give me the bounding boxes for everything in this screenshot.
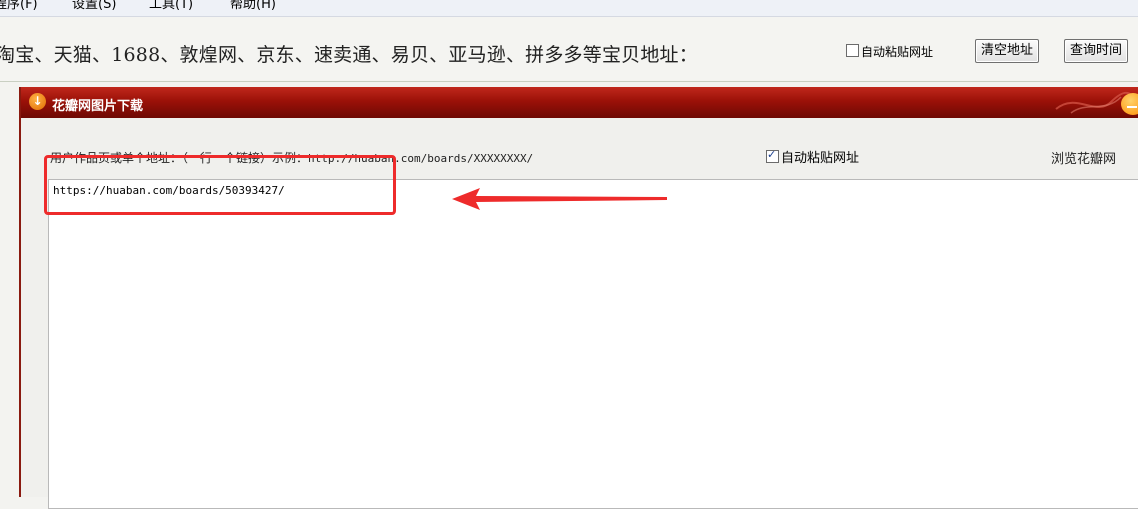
- menu-tools[interactable]: 工具(T): [149, 0, 193, 11]
- url-hint-row: 淘宝、天猫、1688、敦煌网、京东、速卖通、易贝、亚马逊、拼多多等宝贝地址： 自…: [0, 17, 1138, 82]
- huaban-download-window: ↓ 花瓣网图片下载 用户作品页或单个地址：（一行一个链接）示例：http://h…: [19, 87, 1138, 509]
- auto-paste-checkbox-main[interactable]: 自动粘贴网址: [846, 43, 933, 60]
- menu-bar: 程序(F) 设置(S) 工具(T) 帮助(H): [0, 0, 1138, 17]
- window-title: 花瓣网图片下载: [52, 99, 144, 114]
- url-textarea[interactable]: https://huaban.com/boards/50393427/: [48, 179, 1138, 509]
- download-icon: ↓: [29, 93, 46, 110]
- browse-huaban-link[interactable]: 浏览花瓣网: [1051, 148, 1116, 167]
- checkbox-checked-icon[interactable]: [766, 148, 779, 163]
- clear-address-button[interactable]: 清空地址: [975, 39, 1040, 63]
- menu-program[interactable]: 程序(F): [0, 0, 38, 11]
- red-arrow-icon: [452, 188, 667, 210]
- red-highlight-box: [44, 155, 396, 215]
- menu-settings[interactable]: 设置(S): [72, 0, 116, 11]
- menu-help[interactable]: 帮助(H): [230, 0, 276, 11]
- auto-paste-label-main: 自动粘贴网址: [861, 45, 934, 59]
- minimize-button[interactable]: [1121, 93, 1138, 115]
- auto-paste-label: 自动粘贴网址: [781, 151, 860, 166]
- query-time-button[interactable]: 查询时间: [1064, 39, 1129, 63]
- checkbox-unchecked-icon[interactable]: [846, 44, 859, 57]
- supported-sites-hint: 淘宝、天猫、1688、敦煌网、京东、速卖通、易贝、亚马逊、拼多多等宝贝地址：: [0, 44, 698, 66]
- window-titlebar[interactable]: ↓ 花瓣网图片下载: [21, 87, 1138, 118]
- auto-paste-checkbox[interactable]: 自动粘贴网址: [766, 147, 859, 166]
